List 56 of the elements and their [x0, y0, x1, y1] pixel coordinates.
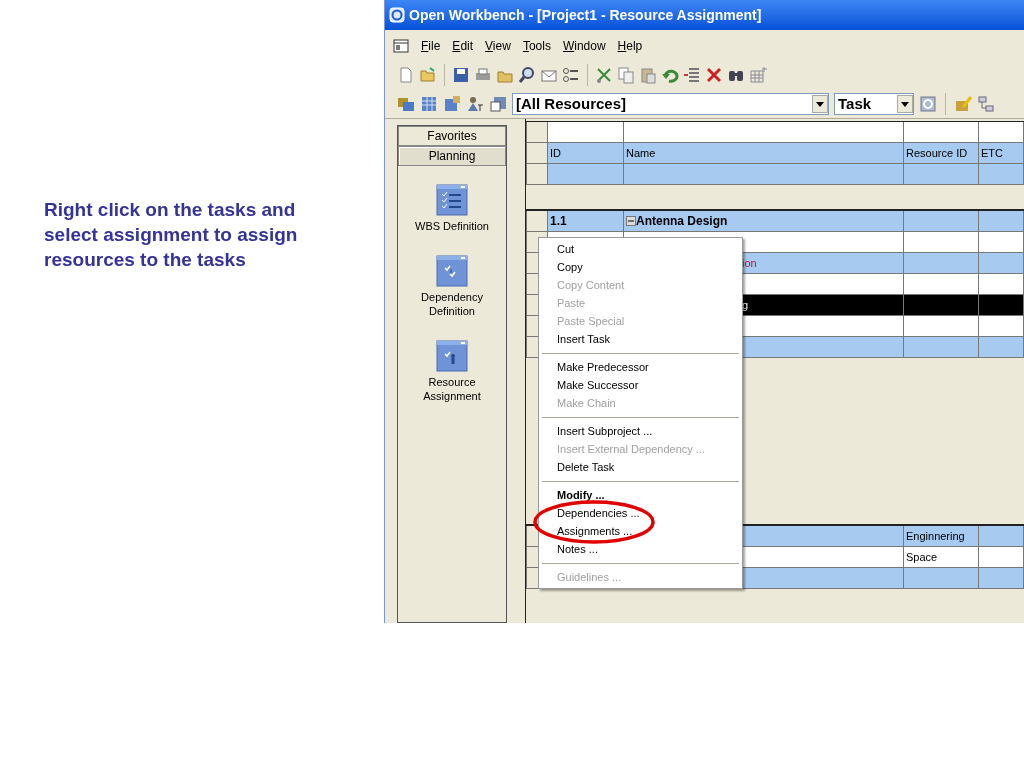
- dropdown-field[interactable]: [All Resources]: [512, 93, 829, 115]
- table-cell: [979, 568, 1024, 589]
- copy-icon[interactable]: [617, 66, 635, 84]
- menu-item[interactable]: Modify ...: [541, 486, 740, 504]
- table-cell: [979, 164, 1024, 185]
- row-header[interactable]: [526, 143, 548, 164]
- app-icon: [389, 7, 405, 23]
- menu-item[interactable]: Insert Subproject ...: [541, 422, 740, 440]
- menu-item[interactable]: Insert Task: [541, 330, 740, 348]
- dropdown-field[interactable]: Task: [834, 93, 914, 115]
- menu-item[interactable]: Make Predecessor: [541, 358, 740, 376]
- menu-item[interactable]: Help: [617, 37, 643, 55]
- menu-item[interactable]: File: [421, 37, 441, 55]
- row-header[interactable]: [526, 164, 548, 185]
- collapse-icon[interactable]: [626, 216, 636, 226]
- window-title: Open Workbench - [Project1 - Resource Assignment]: [409, 5, 762, 25]
- sidebar-tab[interactable]: Planning: [398, 146, 506, 166]
- table-edit-icon[interactable]: [443, 95, 461, 113]
- list-icon[interactable]: [562, 66, 580, 84]
- save-icon[interactable]: [452, 66, 470, 84]
- document-icon[interactable]: [393, 39, 409, 53]
- menu-item[interactable]: Window: [562, 37, 606, 55]
- table-cell-text: Antenna Design: [636, 213, 728, 230]
- report-icon[interactable]: [489, 95, 507, 113]
- sidebar-tab[interactable]: Favorites: [398, 126, 506, 146]
- table-cell-text: ion: [742, 255, 757, 271]
- delete-icon[interactable]: [705, 66, 723, 84]
- row-header[interactable]: [526, 122, 548, 143]
- sidebar-item-label[interactable]: Dependency Definition: [412, 290, 492, 318]
- table-row[interactable]: 1.1 Antenna Design: [548, 211, 1024, 232]
- checklist-icon[interactable]: [436, 340, 468, 372]
- table-cell: [979, 337, 1024, 358]
- menu-item[interactable]: Make Successor: [541, 376, 740, 394]
- menu-item[interactable]: Delete Task: [541, 458, 740, 476]
- network-icon[interactable]: [977, 95, 995, 113]
- table-icon[interactable]: [420, 95, 438, 113]
- sidebar-item-label[interactable]: Resource Assignment: [412, 375, 492, 403]
- table-row[interactable]: [548, 164, 1024, 185]
- menu-item[interactable]: View: [485, 37, 511, 55]
- menu-item[interactable]: Dependencies ...: [541, 504, 740, 522]
- refresh-icon[interactable]: [919, 95, 937, 113]
- person-icon[interactable]: [466, 95, 484, 113]
- open-folder-icon[interactable]: [419, 66, 437, 84]
- sidebar-item-label[interactable]: WBS Definition: [412, 219, 492, 233]
- rows-icon[interactable]: [683, 66, 701, 84]
- scissors-icon[interactable]: [595, 66, 613, 84]
- menu-item[interactable]: Tools: [522, 37, 551, 55]
- table-cell-text: g: [742, 297, 749, 313]
- caption-text: Right click on the tasks and select assignment to assign resources to the tasks: [44, 198, 299, 272]
- windows-icon[interactable]: [397, 95, 415, 113]
- table-row[interactable]: ID Name Resource ID ETC: [548, 143, 1024, 164]
- checklist-icon[interactable]: [436, 184, 468, 216]
- checklist-icon[interactable]: [436, 255, 468, 287]
- row-header[interactable]: [526, 211, 548, 232]
- menu-item[interactable]: Edit: [452, 37, 474, 55]
- magnifier-icon[interactable]: [518, 66, 536, 84]
